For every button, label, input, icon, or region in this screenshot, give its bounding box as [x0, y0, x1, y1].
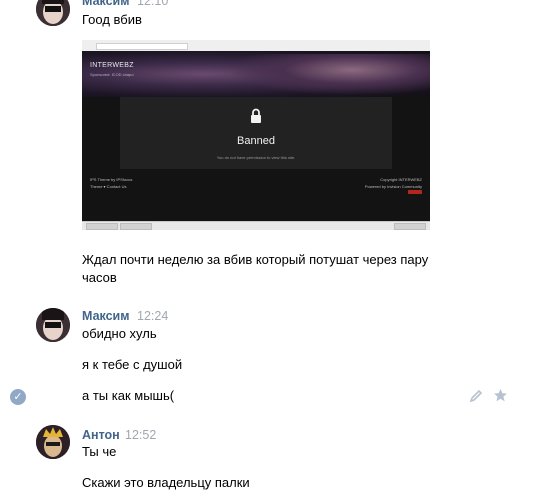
message-author[interactable]: Максим [82, 0, 130, 8]
message-author[interactable]: Максим [82, 309, 130, 323]
footer-powered: Powered by Invision Community [364, 184, 422, 189]
message-text: обидно хуль [82, 326, 157, 341]
footer-copyright: Copyright INTERWEBZ [380, 177, 422, 182]
chat-history: Максим 12:10 Гоод вбив INTERWEBZ Sponsor… [0, 0, 551, 499]
footer-credit: IPS Theme by IPSfocus [90, 177, 133, 182]
avatar-anton[interactable] [36, 425, 70, 459]
message-time[interactable]: 12:52 [125, 428, 156, 442]
check-icon[interactable]: ✓ [10, 389, 26, 405]
message-time[interactable]: 12:10 [137, 0, 168, 8]
lock-icon [251, 108, 261, 123]
banned-title: Banned [237, 135, 275, 147]
pencil-icon[interactable] [469, 389, 483, 403]
avatar-maksim-1[interactable] [36, 0, 70, 26]
site-subtitle: Sponsored: ICOD chapo [90, 72, 134, 77]
site-header-glow [232, 54, 430, 94]
avatar-maksim-2[interactable] [36, 308, 70, 342]
message-time[interactable]: 12:24 [137, 309, 168, 323]
banned-message: You do not have permission to view this … [216, 155, 296, 160]
browser-url-bar [96, 43, 188, 50]
message-text: а ты как мышь( [82, 388, 175, 403]
message-author[interactable]: Антон [82, 428, 120, 442]
taskbar-item [394, 223, 426, 230]
footer-badge [408, 190, 422, 194]
site-title: INTERWEBZ [90, 62, 134, 69]
message-text: Гоод вбив [82, 12, 142, 27]
footer-links: Theme ▾ Contact Us [90, 184, 127, 189]
taskbar-item [86, 223, 118, 230]
message-text: я к тебе с душой [82, 357, 183, 372]
star-icon[interactable] [493, 388, 508, 403]
taskbar-item [120, 223, 152, 230]
message-text: Ждал почти неделю за вбив который потуша… [82, 252, 429, 285]
attachment-screenshot[interactable]: INTERWEBZ Sponsored: ICOD chapo Banned Y… [82, 40, 430, 230]
message-text: Ты че [82, 444, 117, 459]
message-text: Скажи это владельцу палки [82, 475, 250, 490]
